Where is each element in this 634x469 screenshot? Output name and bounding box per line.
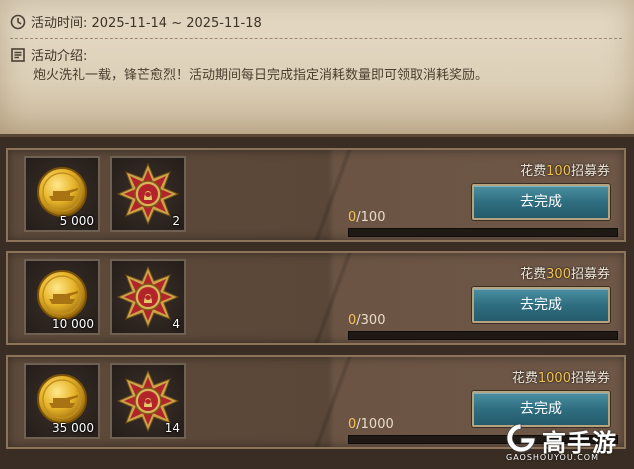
- progress-text: 0/100: [348, 210, 385, 225]
- reward-count: 4: [172, 317, 180, 331]
- progress-total: /1000: [356, 417, 394, 432]
- gaoshouyou-logo-icon: [506, 423, 536, 453]
- cost-amount: 300: [546, 267, 571, 282]
- progress-bar: [348, 331, 618, 340]
- progress-bar: [348, 228, 618, 237]
- task-row: 10 000 4 花费300招募券 去完成 0/300: [6, 251, 626, 345]
- reward-slot-medal[interactable]: 2: [110, 156, 186, 232]
- event-info-panel: 活动时间: 2025-11-14 ~ 2025-11-18 活动介绍: 炮火洗礼…: [0, 0, 634, 137]
- cost-suffix: 招募券: [570, 371, 610, 386]
- progress-total: /100: [356, 210, 386, 225]
- reward-slot-medal[interactable]: 4: [110, 259, 186, 335]
- row-divider: [313, 253, 353, 343]
- event-time-row: 活动时间: 2025-11-14 ~ 2025-11-18: [10, 12, 262, 31]
- cost-prefix: 花费: [520, 164, 547, 179]
- cost-suffix: 招募券: [570, 267, 610, 282]
- cost-prefix: 花费: [511, 371, 538, 386]
- cost-prefix: 花费: [520, 267, 547, 282]
- progress-total: /300: [356, 313, 386, 328]
- reward-slot-gold[interactable]: 10 000: [24, 259, 100, 335]
- cost-suffix: 招募券: [570, 164, 610, 179]
- cost-label: 花费1000招募券: [512, 367, 610, 386]
- cost-label: 花费100招募券: [520, 160, 610, 179]
- row-divider: [313, 357, 353, 447]
- watermark-logo: 高手游 GAOSHOUYOU.COM: [504, 421, 628, 465]
- reward-count: 5 000: [59, 214, 94, 228]
- cost-label: 花费300招募券: [520, 263, 610, 282]
- divider: [10, 38, 622, 39]
- event-time-text: 活动时间: 2025-11-14 ~ 2025-11-18: [31, 16, 262, 31]
- cost-amount: 1000: [537, 371, 571, 386]
- watermark-sub: GAOSHOUYOU.COM: [506, 453, 600, 462]
- event-intro-text: 炮火洗礼一载，锋芒愈烈！活动期间每日完成指定消耗数量即可领取消耗奖励。: [33, 68, 489, 83]
- reward-count: 35 000: [52, 421, 94, 435]
- reward-slot-medal[interactable]: 14: [110, 363, 186, 439]
- task-row: 5 000 2 花费100招募券 去完成 0/100: [6, 148, 626, 242]
- progress-text: 0/1000: [348, 417, 394, 432]
- cost-amount: 100: [546, 164, 571, 179]
- reward-count: 10 000: [52, 317, 94, 331]
- reward-count: 14: [164, 421, 180, 435]
- event-intro-row: 活动介绍:: [10, 45, 87, 64]
- row-divider: [313, 150, 353, 240]
- reward-slot-gold[interactable]: 5 000: [24, 156, 100, 232]
- go-complete-button[interactable]: 去完成: [472, 287, 610, 323]
- document-icon: [11, 47, 25, 62]
- progress-text: 0/300: [348, 313, 385, 328]
- go-complete-button[interactable]: 去完成: [472, 184, 610, 220]
- reward-slot-gold[interactable]: 35 000: [24, 363, 100, 439]
- clock-icon: [10, 14, 26, 29]
- reward-count: 2: [172, 214, 180, 228]
- event-intro-title: 活动介绍:: [31, 49, 88, 64]
